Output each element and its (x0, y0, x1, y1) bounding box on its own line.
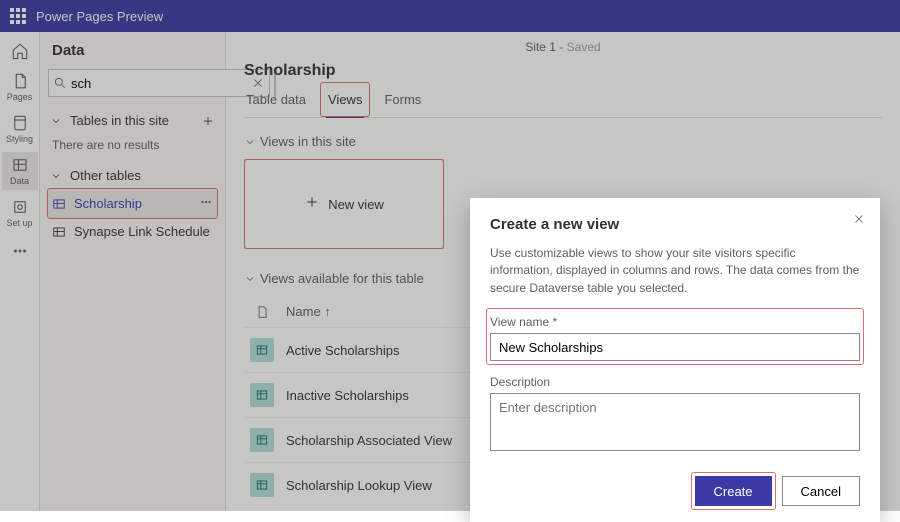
view-name-input[interactable] (490, 333, 860, 361)
description-label: Description (490, 375, 860, 389)
create-button[interactable]: Create (695, 476, 772, 506)
cancel-button[interactable]: Cancel (782, 476, 860, 506)
close-button[interactable] (852, 212, 866, 229)
dialog-title: Create a new view (490, 216, 860, 233)
dialog-description: Use customizable views to show your site… (490, 245, 860, 297)
description-input[interactable] (490, 393, 860, 451)
close-icon (852, 212, 866, 226)
create-view-dialog: Create a new view Use customizable views… (470, 198, 880, 522)
view-name-label: View name * (490, 315, 860, 329)
